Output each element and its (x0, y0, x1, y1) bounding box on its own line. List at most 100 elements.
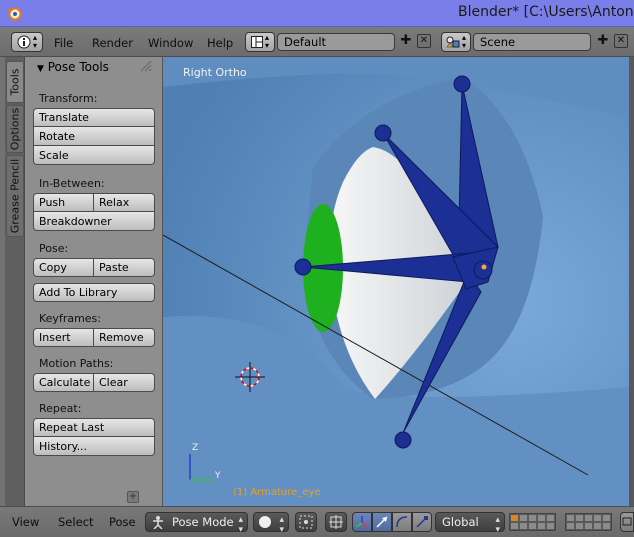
layer-5[interactable] (546, 514, 555, 522)
layer-10[interactable] (602, 514, 611, 522)
translate-manipulator-button[interactable] (372, 512, 392, 532)
delete-layout-icon[interactable]: ✕ (417, 34, 431, 48)
menu-select[interactable]: Select (58, 515, 93, 529)
menu-pose[interactable]: Pose (109, 515, 136, 529)
rotate-manipulator-button[interactable] (392, 512, 412, 532)
layer-3[interactable] (528, 514, 537, 522)
manipulator-pivot-button[interactable] (325, 512, 347, 532)
scene-button[interactable]: ▴ ▾ (441, 32, 471, 52)
motion-paths-label: Motion Paths: (39, 357, 114, 370)
layer-18[interactable] (584, 522, 593, 530)
push-button[interactable]: Push (33, 193, 94, 212)
scale-icon (416, 516, 428, 528)
layer-19[interactable] (593, 522, 602, 530)
layer-8[interactable] (584, 514, 593, 522)
viewport-shading-dropdown[interactable]: ▴ ▾ (253, 512, 289, 535)
bone-head-top[interactable] (453, 75, 471, 93)
layer-17[interactable] (575, 522, 584, 530)
bone-head-bottom[interactable] (394, 431, 412, 449)
calculate-paths-button[interactable]: Calculate (33, 373, 94, 392)
layer-16[interactable] (566, 522, 575, 530)
scale-button[interactable]: Scale (33, 146, 155, 165)
relax-button[interactable]: Relax (94, 193, 155, 212)
lock-camera-button[interactable] (620, 512, 634, 532)
scene-layers-group-1[interactable] (509, 513, 556, 531)
layout-grid-icon (250, 36, 263, 48)
3d-viewport[interactable]: Z Y Right Ortho (1) Armature_eye (163, 57, 629, 506)
pose-label: Pose: (39, 242, 69, 255)
manipulator-center-icon (329, 515, 343, 529)
collapse-triangle-icon: ▼ (37, 64, 44, 74)
active-object-label: (1) Armature_eye (233, 487, 321, 498)
layer-12[interactable] (519, 522, 528, 530)
menu-render[interactable]: Render (92, 36, 133, 50)
layer-6[interactable] (566, 514, 575, 522)
copy-pose-button[interactable]: Copy (33, 258, 94, 277)
scale-manipulator-button[interactable] (412, 512, 432, 532)
menu-help[interactable]: Help (207, 36, 233, 50)
delete-scene-icon[interactable]: ✕ (614, 34, 628, 48)
layer-20[interactable] (602, 522, 611, 530)
layer-1-active[interactable] (510, 514, 519, 522)
blender-logo-icon (7, 7, 22, 21)
bone-head-left[interactable] (294, 258, 312, 276)
updown-arrows-icon: ▴ ▾ (495, 515, 500, 535)
transform-manipulator-toggle[interactable] (352, 512, 372, 532)
scene-layers-group-2[interactable] (565, 513, 612, 531)
info-icon (17, 35, 31, 49)
screen-icon (622, 517, 632, 526)
screen-layout-field[interactable]: Default (277, 33, 395, 51)
axis-z-label: Z (192, 443, 199, 453)
tab-options[interactable]: Options (6, 105, 24, 153)
layer-14[interactable] (537, 522, 546, 530)
expand-region-icon[interactable]: + (127, 491, 139, 503)
breakdowner-button[interactable]: Breakdowner (33, 212, 155, 231)
pivot-point-dropdown[interactable] (295, 512, 317, 532)
menu-window[interactable]: Window (148, 36, 193, 50)
tab-grease-pencil-label: Grease Pencil (8, 158, 22, 234)
menu-file[interactable]: File (54, 36, 73, 50)
layer-2[interactable] (519, 514, 528, 522)
add-to-library-button[interactable]: Add To Library (33, 283, 155, 302)
scene-field[interactable]: Scene (473, 33, 591, 51)
manipulator-icon (355, 516, 369, 528)
insert-keyframe-button[interactable]: Insert (33, 328, 94, 347)
layer-13[interactable] (528, 522, 537, 530)
updown-arrows-icon: ▴ ▾ (238, 515, 243, 535)
bone-head-root[interactable] (473, 260, 493, 280)
translate-button[interactable]: Translate (33, 108, 155, 127)
viewport-canvas (163, 57, 629, 506)
panel-header-pose-tools[interactable]: ▼ Pose Tools (37, 60, 109, 74)
layer-11[interactable] (510, 522, 519, 530)
rotate-button[interactable]: Rotate (33, 127, 155, 146)
layer-9[interactable] (593, 514, 602, 522)
tab-tools[interactable]: Tools (6, 61, 24, 103)
bone-head-upper-left[interactable] (374, 124, 392, 142)
add-layout-icon[interactable]: ✚ (399, 34, 413, 48)
editor-type-button[interactable]: ▴ ▾ (11, 32, 43, 52)
add-scene-icon[interactable]: ✚ (596, 34, 610, 48)
panel-title: Pose Tools (47, 60, 109, 74)
arrow-icon (376, 516, 388, 528)
mode-dropdown[interactable]: Pose Mode ▴ ▾ (145, 512, 248, 535)
layer-4[interactable] (537, 514, 546, 522)
remove-keyframe-button[interactable]: Remove (94, 328, 155, 347)
layer-7[interactable] (575, 514, 584, 522)
transform-label: Transform: (39, 92, 98, 105)
tab-options-label: Options (8, 107, 22, 151)
tab-grease-pencil[interactable]: Grease Pencil (6, 155, 24, 237)
keyframes-label: Keyframes: (39, 312, 101, 325)
paste-pose-button[interactable]: Paste (94, 258, 155, 277)
screen-layout-button[interactable]: ▴ ▾ (245, 32, 275, 52)
solid-shading-icon (259, 516, 271, 528)
menu-view[interactable]: View (12, 515, 39, 529)
rotate-arc-icon (396, 516, 408, 528)
updown-arrows-icon: ▴ ▾ (264, 33, 269, 50)
in-between-label: In-Between: (39, 177, 105, 190)
layer-15[interactable] (546, 522, 555, 530)
panel-drag-handle-icon[interactable] (139, 59, 153, 73)
history-button[interactable]: History... (33, 437, 155, 456)
transform-orientation-dropdown[interactable]: Global ▴ ▾ (435, 512, 505, 535)
clear-paths-button[interactable]: Clear (94, 373, 155, 392)
repeat-last-button[interactable]: Repeat Last (33, 418, 155, 437)
